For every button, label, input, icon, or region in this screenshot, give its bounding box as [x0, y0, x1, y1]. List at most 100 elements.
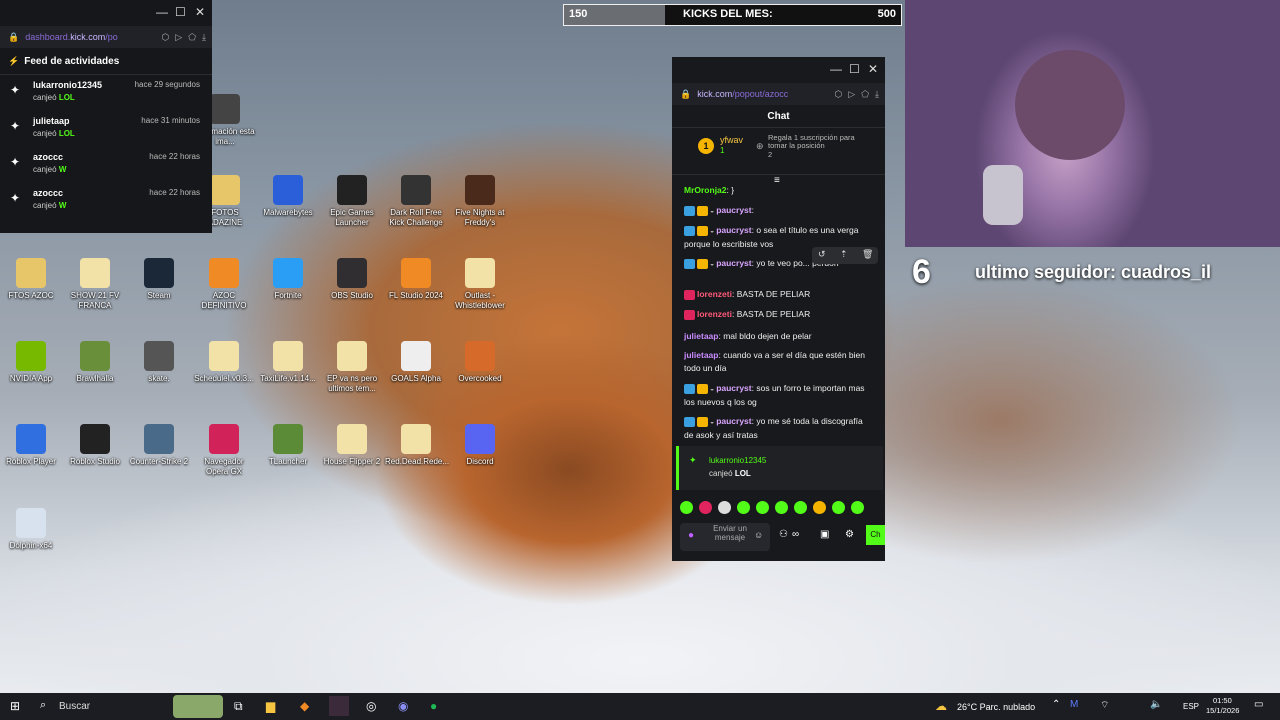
chevron-up-icon[interactable]: ⌃ — [1052, 699, 1060, 710]
pin-icon[interactable]: ⇡ — [840, 249, 848, 260]
desktop-icon[interactable]: Dolphin-x64 — [0, 508, 62, 551]
desktop-icon[interactable]: Epic Games Launcher — [321, 175, 383, 228]
chat-titlebar[interactable]: — ☐ ✕ — [672, 57, 885, 83]
chat-username[interactable]: paucryst — [716, 225, 751, 235]
chat-message[interactable]: lorenzeti: BASTA DE PELIAR — [684, 308, 874, 321]
chat-username[interactable]: julietaap — [684, 331, 718, 341]
desktop-icon[interactable]: Roblox Player — [0, 424, 62, 467]
emote-icon[interactable] — [737, 501, 750, 514]
desktop-icon[interactable]: Brawlhalla — [64, 341, 126, 384]
emote-icon[interactable] — [813, 501, 826, 514]
chat-username[interactable]: lorenzeti — [697, 309, 732, 319]
notification-icon[interactable]: ▭ — [1254, 699, 1263, 710]
chat-message[interactable]: ◒ paucryst: yo me sé toda la discografía… — [684, 415, 874, 442]
desktop-icon[interactable]: SHOW 21 FV FRANCA — [64, 258, 126, 311]
chat-message[interactable]: ◒ paucryst: — [684, 204, 874, 218]
feed-item[interactable]: ✦ julietaap canjeó LOL hace 31 minutos — [0, 111, 212, 147]
reply-icon[interactable]: ↺ — [818, 249, 826, 260]
chat-message[interactable]: julietaap: mal bldo dejen de pelar — [684, 330, 874, 343]
desktop-icon[interactable]: NVIDIA App — [0, 341, 62, 384]
desktop-icon[interactable]: TLauncher — [257, 424, 319, 467]
malwarebytes-tray-icon[interactable]: M — [1070, 699, 1078, 710]
clock-time[interactable]: 01:50 — [1213, 696, 1232, 705]
emote-icon[interactable] — [832, 501, 845, 514]
activity-url[interactable]: dashboard.kick.com/po — [25, 32, 118, 42]
close-icon[interactable]: ✕ — [195, 5, 205, 19]
puzzle-icon[interactable]: ⬠ — [861, 89, 869, 100]
desktop-icon[interactable]: Fortnite — [257, 258, 319, 301]
language[interactable]: ESP — [1183, 702, 1199, 711]
desktop-icon[interactable]: Steam — [128, 258, 190, 301]
desktop-icon[interactable]: Navegador Opera GX — [193, 424, 255, 477]
extension-icon[interactable]: ⬡ — [834, 89, 842, 100]
chat-username[interactable]: julietaap — [684, 350, 718, 360]
activity-titlebar[interactable]: — ☐ ✕ — [0, 0, 212, 26]
chat-message[interactable]: julietaap: cuando va a ser el día que es… — [684, 349, 874, 375]
emote-icon[interactable] — [794, 501, 807, 514]
chat-username[interactable]: paucryst — [716, 205, 751, 215]
fl-studio-icon[interactable]: ◆ — [300, 699, 309, 713]
desktop-icon[interactable]: Outlast - Whistleblower — [449, 258, 511, 311]
desktop-icon[interactable]: skate. — [128, 341, 190, 384]
desktop-icon[interactable]: Overcooked — [449, 341, 511, 384]
trash-icon[interactable]: 🗑 — [862, 249, 873, 260]
gear-icon[interactable]: ⚙ — [845, 529, 854, 540]
desktop-icon[interactable]: Dark Roll Free Kick Challenge — [385, 175, 447, 228]
close-icon[interactable]: ✕ — [868, 62, 878, 76]
chat-username[interactable]: paucryst — [716, 258, 751, 268]
desktop-icon[interactable]: Five Nights at Freddy's — [449, 175, 511, 228]
chat-message[interactable]: lorenzeti: BASTA DE PELIAR — [684, 288, 874, 301]
chat-username[interactable]: MrOronja2 — [684, 185, 727, 195]
desktop-icon[interactable]: EP va ns pero ultimos tem... — [321, 341, 383, 394]
gift-box-icon[interactable]: ▣ — [820, 529, 829, 540]
download-icon[interactable]: ⤓ — [875, 89, 879, 100]
extension-icon[interactable]: ⬡ — [161, 32, 169, 43]
puzzle-icon[interactable]: ⬠ — [188, 32, 196, 43]
chat-url[interactable]: kick.com/popout/azocc — [697, 89, 788, 99]
windows-start-icon[interactable]: ⊞ — [10, 699, 20, 713]
desktop-icon[interactable]: Malwarebytes — [257, 175, 319, 218]
feed-item[interactable]: ✦ lukarronio12345 canjeó LOL hace 29 segund… — [0, 75, 212, 111]
feed-item[interactable]: ✦ azoccc canjeó W hace 22 horas — [0, 147, 212, 183]
mic-icon[interactable]: ● — [688, 530, 694, 541]
maximize-icon[interactable]: ☐ — [175, 5, 186, 19]
search-icon[interactable]: ⌕ — [40, 699, 46, 712]
chat-username[interactable]: lorenzeti — [697, 289, 732, 299]
desktop-icon[interactable]: House Flipper 2 — [321, 424, 383, 467]
play-icon[interactable]: ▷ — [175, 32, 182, 43]
minimize-icon[interactable]: — — [156, 5, 168, 19]
clock-date[interactable]: 15/1/2026 — [1206, 706, 1239, 715]
wifi-icon[interactable]: ⌔ — [1100, 699, 1109, 712]
chat-input[interactable]: ● Enviar un mensaje ☺ — [680, 523, 770, 551]
spotify-icon[interactable]: ● — [430, 699, 437, 713]
chat-message[interactable]: ◒ paucryst: sos un forro te importan mas… — [684, 382, 874, 409]
emote-icon[interactable] — [680, 501, 693, 514]
play-icon[interactable]: ▷ — [848, 89, 855, 100]
chat-username[interactable]: paucryst — [716, 416, 751, 426]
send-button[interactable]: Ch — [866, 525, 885, 545]
volume-icon[interactable]: 🔈 — [1150, 699, 1162, 710]
desktop-icon[interactable]: Red.Dead.Rede... — [385, 424, 449, 467]
opera-gx-taskbar-icon[interactable] — [329, 696, 349, 716]
emote-icon[interactable] — [775, 501, 788, 514]
desktop-icon[interactable]: Roblox Studio — [64, 424, 126, 467]
minimize-icon[interactable]: — — [830, 62, 842, 76]
desktop-icon[interactable]: GOALS Alpha — [385, 341, 447, 384]
desktop-icon[interactable]: OBS Studio — [321, 258, 383, 301]
chat-address-bar[interactable]: 🔒 kick.com/popout/azocc ⬡ ▷ ⬠ ⤓ — [672, 83, 885, 105]
desktop-icon[interactable]: FTOS AZOC — [0, 258, 62, 301]
gift-leaderboard[interactable]: 1 yfwav 1 ⊕ Regala 1 suscripción para to… — [672, 128, 885, 175]
emote-icon[interactable] — [699, 501, 712, 514]
desktop-icon[interactable]: TaxiLife.v1.14... — [257, 341, 319, 384]
emote-icon[interactable] — [851, 501, 864, 514]
desktop-icon[interactable]: AZOC DEFINITIVO — [193, 258, 255, 311]
task-view-icon[interactable]: ⧉ — [234, 699, 243, 714]
users-icon[interactable]: ⚇ — [779, 529, 788, 540]
feed-item[interactable]: ✦ azoccc canjeó W hace 22 horas — [0, 183, 212, 219]
infinity-icon[interactable]: ∞ — [792, 529, 799, 540]
desktop-icon[interactable]: FL Studio 2024 — [385, 258, 447, 301]
desktop-icon[interactable]: ScheduleI.v0.3... — [193, 341, 255, 384]
desktop-icon[interactable]: Counter-Strike 2 — [128, 424, 190, 467]
emoji-icon[interactable]: ☺ — [754, 530, 763, 540]
desktop-icon[interactable]: Discord — [449, 424, 511, 467]
